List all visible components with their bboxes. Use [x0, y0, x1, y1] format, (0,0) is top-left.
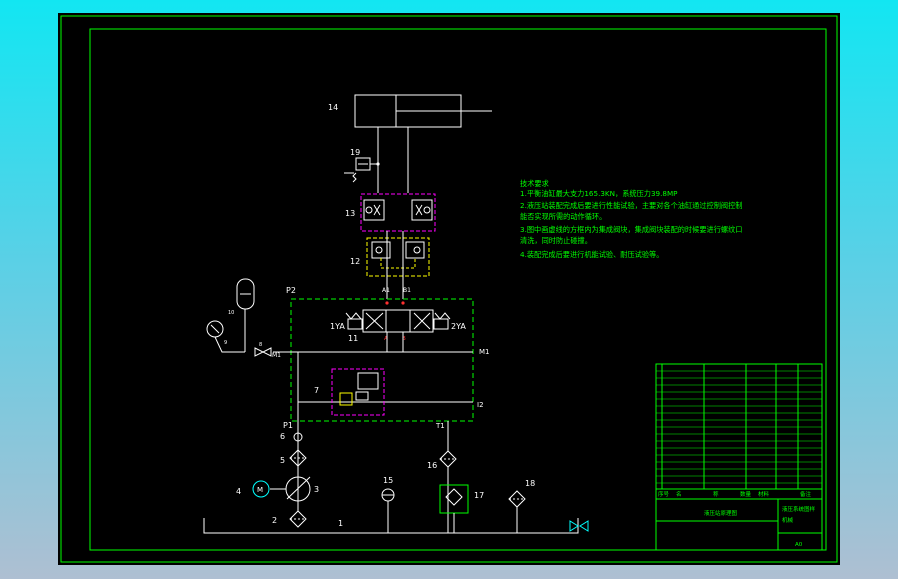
air-filter-18: 18 [508, 479, 535, 533]
hydraulic-schematic: 14 19 13 12 P2 P1 A1 B1 M1 M1 I2 T1 1YA … [60, 15, 838, 563]
hdr-3: 数量 [740, 490, 752, 498]
cooler-17: 17 [439, 484, 484, 533]
technical-notes: 技术要求 1.平衡油缸最大支力165.3KN，系统压力39.8MP 2.液压站装… [520, 179, 743, 259]
notes-line2a: 2.液压站装配完成后要进行性能试验，主要对各个油缸通过控制阀控制 [520, 201, 743, 210]
label-4: 4 [236, 487, 241, 496]
label-12: 12 [350, 257, 360, 266]
pump-group: 6 5 3 M 4 2 [236, 429, 319, 528]
label-9: 9 [224, 340, 227, 346]
stop-valve-8: 8 [254, 342, 272, 357]
hydraulic-cylinder-14: 14 [328, 94, 492, 193]
hdr-2: 称 [713, 490, 719, 498]
directional-valve-11: 1YA 2YA 11 A B [330, 301, 466, 343]
pressure-gauge-9: 9 [206, 320, 245, 353]
label-8: 8 [259, 342, 262, 348]
check-valve-block-13: 13 [345, 193, 436, 232]
label-1: 1 [338, 519, 343, 528]
integrated-manifold [290, 298, 474, 422]
port-m1-left: M1 [272, 352, 281, 359]
hdr-4: 材料 [758, 490, 770, 498]
label-18: 18 [525, 479, 535, 488]
label-3: 3 [314, 485, 319, 494]
notes-line3b: 清洗，同时防止碰撞。 [520, 236, 592, 245]
parts-list-table: 序号 名 称 数量 材料 备注 液压站原理图 液压系统图样 机械 A0 [655, 363, 823, 551]
hdr-5: 备注 [800, 490, 812, 498]
level-gauge-15: 15 [381, 476, 395, 533]
port-p2: P2 [286, 286, 296, 295]
notes-title: 技术要求 [520, 179, 549, 188]
port-m1-right: M1 [479, 348, 490, 356]
motor-letter: M [257, 486, 263, 494]
hdr-0: 序号 [658, 490, 670, 498]
solenoid-2ya: 2YA [451, 322, 466, 331]
hydraulic-lock-12: 12 [350, 237, 430, 277]
dept-name: 机械 [782, 516, 794, 524]
notes-line1: 1.平衡油缸最大支力165.3KN，系统压力39.8MP [520, 189, 678, 198]
label-2: 2 [272, 516, 277, 525]
outer-frame [60, 15, 838, 563]
drain-valve [569, 520, 589, 532]
port-b1: B1 [403, 287, 411, 294]
school-name: 液压系统图样 [782, 505, 816, 513]
notes-line4: 4.装配完成后要进行机能试验、耐压试验等。 [520, 250, 663, 259]
port-a1: A1 [382, 287, 390, 294]
pressure-relief-7: 7 [314, 368, 385, 416]
sheet-size: A0 [795, 542, 803, 548]
label-5: 5 [280, 456, 285, 465]
notes-line3a: 3.图中画虚线的方框内为集成阀块，集成阀块装配的时候要进行螺纹口 [520, 225, 743, 234]
label-6: 6 [280, 432, 285, 441]
label-11: 11 [348, 334, 358, 343]
label-13: 13 [345, 209, 355, 218]
inner-frame [89, 28, 827, 551]
label-15: 15 [383, 476, 393, 485]
hdr-1: 名 [676, 490, 682, 498]
relief-valve-19: 19 [344, 148, 380, 183]
port-p1: P1 [283, 421, 293, 430]
drawing-name: 液压站原理图 [704, 509, 738, 517]
label-17: 17 [474, 491, 484, 500]
drawing-sheet: 14 19 13 12 P2 P1 A1 B1 M1 M1 I2 T1 1YA … [58, 13, 840, 565]
accumulator-10: 10 [228, 278, 255, 352]
notes-line2b: 能否实现所需的动作循环。 [520, 212, 606, 221]
label-16: 16 [427, 461, 437, 470]
label-14: 14 [328, 103, 338, 112]
label-7: 7 [314, 386, 319, 395]
label-10: 10 [228, 310, 234, 316]
solenoid-1ya: 1YA [330, 322, 345, 331]
port-t1: I2 [477, 401, 484, 409]
port-i2: T1 [435, 422, 445, 430]
tank-1 [203, 518, 579, 534]
label-19: 19 [350, 148, 360, 157]
return-filter-16: 16 [427, 421, 457, 533]
